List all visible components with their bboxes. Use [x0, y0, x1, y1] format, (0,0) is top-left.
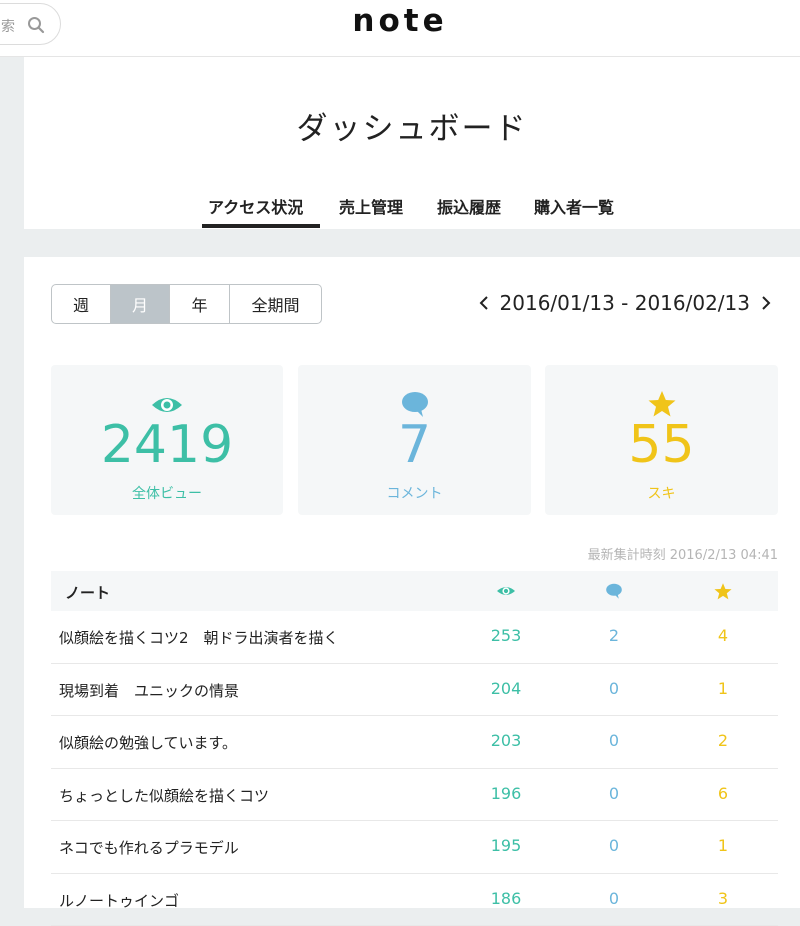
note-comments: 0	[584, 679, 644, 698]
table-row[interactable]: ちょっとした似顔絵を描くコツ 196 0 6	[51, 769, 778, 822]
dashboard-header: ダッシュボード アクセス状況 売上管理 振込履歴 購入者一覧	[24, 57, 800, 229]
access-panel: 週 月 年 全期間 2016/01/13 - 2016/02/13 2419 全…	[24, 257, 800, 908]
period-year-button[interactable]: 年	[170, 285, 230, 323]
note-comments: 2	[584, 626, 644, 645]
likes-stat-card: 55 スキ	[545, 365, 778, 515]
star-icon	[713, 582, 733, 601]
views-value: 2419	[51, 413, 283, 477]
date-range-text: 2016/01/13 - 2016/02/13	[500, 291, 750, 315]
period-all-button[interactable]: 全期間	[230, 285, 321, 323]
note-views: 195	[476, 836, 536, 855]
period-selector: 週 月 年 全期間	[51, 284, 322, 324]
page-title: ダッシュボード	[24, 103, 800, 148]
note-likes: 6	[693, 784, 753, 803]
note-likes: 4	[693, 626, 753, 645]
active-tab-indicator	[202, 224, 320, 228]
eye-icon	[495, 582, 517, 600]
logo[interactable]: note	[0, 3, 800, 39]
note-views: 196	[476, 784, 536, 803]
comment-icon	[604, 582, 624, 600]
table-row[interactable]: 現場到着 ユニックの情景 204 0 1	[51, 664, 778, 717]
note-title[interactable]: ネコでも作れるプラモデル	[59, 837, 239, 858]
comments-label: コメント	[298, 483, 531, 503]
note-views: 204	[476, 679, 536, 698]
likes-value: 55	[545, 413, 778, 477]
tab-sales-management[interactable]: 売上管理	[339, 194, 403, 218]
comments-value: 7	[298, 413, 531, 477]
tab-access-status[interactable]: アクセス状況	[208, 194, 303, 218]
column-header-views	[495, 582, 517, 600]
table-row[interactable]: 似顔絵の勉強しています。 203 0 2	[51, 716, 778, 769]
comments-stat-card: 7 コメント	[298, 365, 531, 515]
column-header-comments	[603, 582, 625, 600]
column-header-note: ノート	[65, 582, 110, 603]
views-stat-card: 2419 全体ビュー	[51, 365, 283, 515]
note-views: 203	[476, 731, 536, 750]
column-header-likes	[712, 582, 734, 600]
notes-table: ノート 似顔絵を描くコツ2 朝ドラ出演者を	[51, 571, 778, 926]
table-row[interactable]: 似顔絵を描くコツ2 朝ドラ出演者を描く 253 2 4	[51, 611, 778, 664]
note-title[interactable]: 似顔絵を描くコツ2 朝ドラ出演者を描く	[59, 627, 339, 648]
chevron-left-icon[interactable]	[478, 295, 490, 311]
note-title[interactable]: 現場到着 ユニックの情景	[59, 680, 239, 701]
table-row[interactable]: ネコでも作れるプラモデル 195 0 1	[51, 821, 778, 874]
note-likes: 1	[693, 679, 753, 698]
note-title[interactable]: ルノートゥインゴ	[59, 890, 179, 911]
tab-transfer-history[interactable]: 振込履歴	[437, 194, 501, 218]
likes-label: スキ	[545, 483, 778, 503]
note-comments: 0	[584, 889, 644, 908]
note-comments: 0	[584, 784, 644, 803]
tab-buyer-list[interactable]: 購入者一覧	[534, 194, 614, 218]
period-month-button[interactable]: 月	[111, 285, 170, 323]
table-row[interactable]: ルノートゥインゴ 186 0 3	[51, 874, 778, 926]
top-bar: 索 note	[0, 0, 800, 57]
last-updated: 最新集計時刻 2016/2/13 04:41	[588, 544, 778, 563]
note-views: 186	[476, 889, 536, 908]
note-views: 253	[476, 626, 536, 645]
chevron-right-icon[interactable]	[760, 295, 772, 311]
table-header: ノート	[51, 571, 778, 611]
note-comments: 0	[584, 731, 644, 750]
note-likes: 3	[693, 889, 753, 908]
note-likes: 2	[693, 731, 753, 750]
note-comments: 0	[584, 836, 644, 855]
note-title[interactable]: 似顔絵の勉強しています。	[59, 732, 237, 753]
date-range: 2016/01/13 - 2016/02/13	[478, 291, 772, 315]
period-week-button[interactable]: 週	[52, 285, 111, 323]
note-likes: 1	[693, 836, 753, 855]
views-label: 全体ビュー	[51, 483, 283, 503]
note-title[interactable]: ちょっとした似顔絵を描くコツ	[59, 785, 269, 806]
